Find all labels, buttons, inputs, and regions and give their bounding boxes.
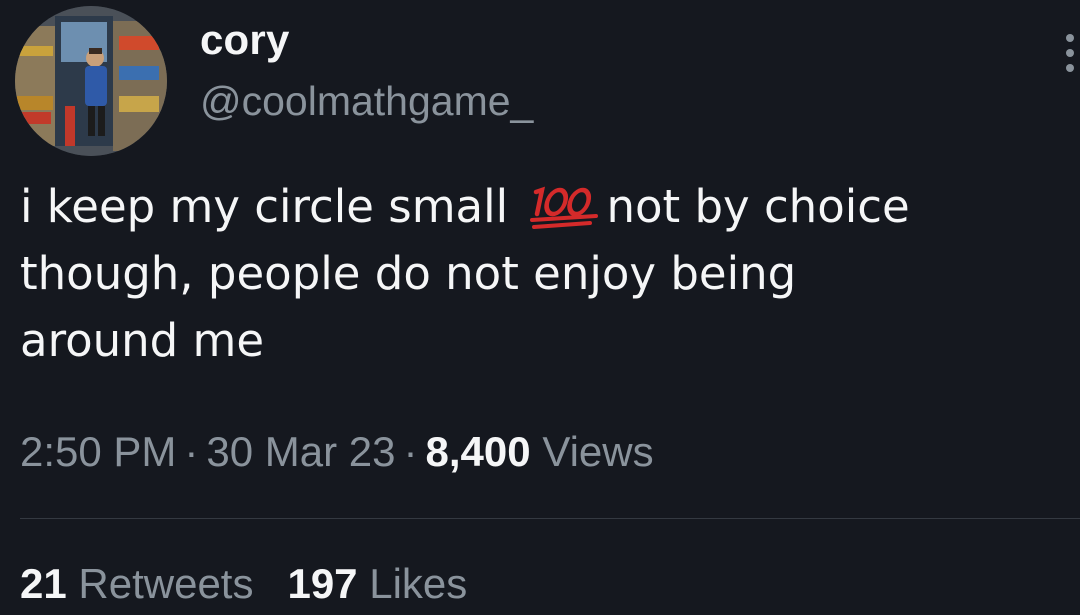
tweet-text-line-2: though, people do not enjoy being bbox=[20, 247, 797, 300]
views-count: 8,400 bbox=[425, 428, 531, 475]
profile-photo-icon bbox=[15, 6, 167, 156]
retweets-count: 21 bbox=[20, 560, 67, 607]
tweet-text: i keep my circle small not by choice tho… bbox=[20, 173, 1070, 374]
tweet-text-line-3: around me bbox=[20, 314, 265, 367]
likes-count: 197 bbox=[287, 560, 358, 607]
tweet-text-segment: not by choice bbox=[606, 180, 910, 233]
likes-stat[interactable]: 197 Likes bbox=[287, 560, 467, 607]
likes-label: Likes bbox=[369, 560, 468, 607]
tweet-time[interactable]: 2:50 PM bbox=[20, 428, 176, 475]
views-label: Views bbox=[542, 428, 654, 475]
tweet-text-line-1: i keep my circle small not by choice bbox=[20, 173, 1070, 240]
more-vertical-icon[interactable] bbox=[1060, 30, 1080, 76]
author-display-name[interactable]: cory bbox=[200, 16, 290, 64]
meta-separator: · bbox=[184, 428, 199, 475]
tweet-date[interactable]: 30 Mar 23 bbox=[206, 428, 395, 475]
meta-separator: · bbox=[403, 428, 418, 475]
avatar[interactable] bbox=[15, 6, 167, 156]
tweet-meta: 2:50 PM · 30 Mar 23 · 8,400 Views bbox=[20, 428, 654, 476]
hundred-points-emoji-icon bbox=[530, 186, 599, 229]
retweets-label: Retweets bbox=[78, 560, 254, 607]
retweets-stat[interactable]: 21 Retweets bbox=[20, 560, 253, 607]
divider bbox=[20, 518, 1080, 519]
tweet-text-segment: i keep my circle small bbox=[20, 180, 523, 233]
tweet-card: cory @coolmathgame_ i keep my circle sma… bbox=[0, 0, 1080, 615]
tweet-stats: 21 Retweets 197 Likes bbox=[20, 560, 501, 608]
author-handle[interactable]: @coolmathgame_ bbox=[200, 78, 533, 125]
